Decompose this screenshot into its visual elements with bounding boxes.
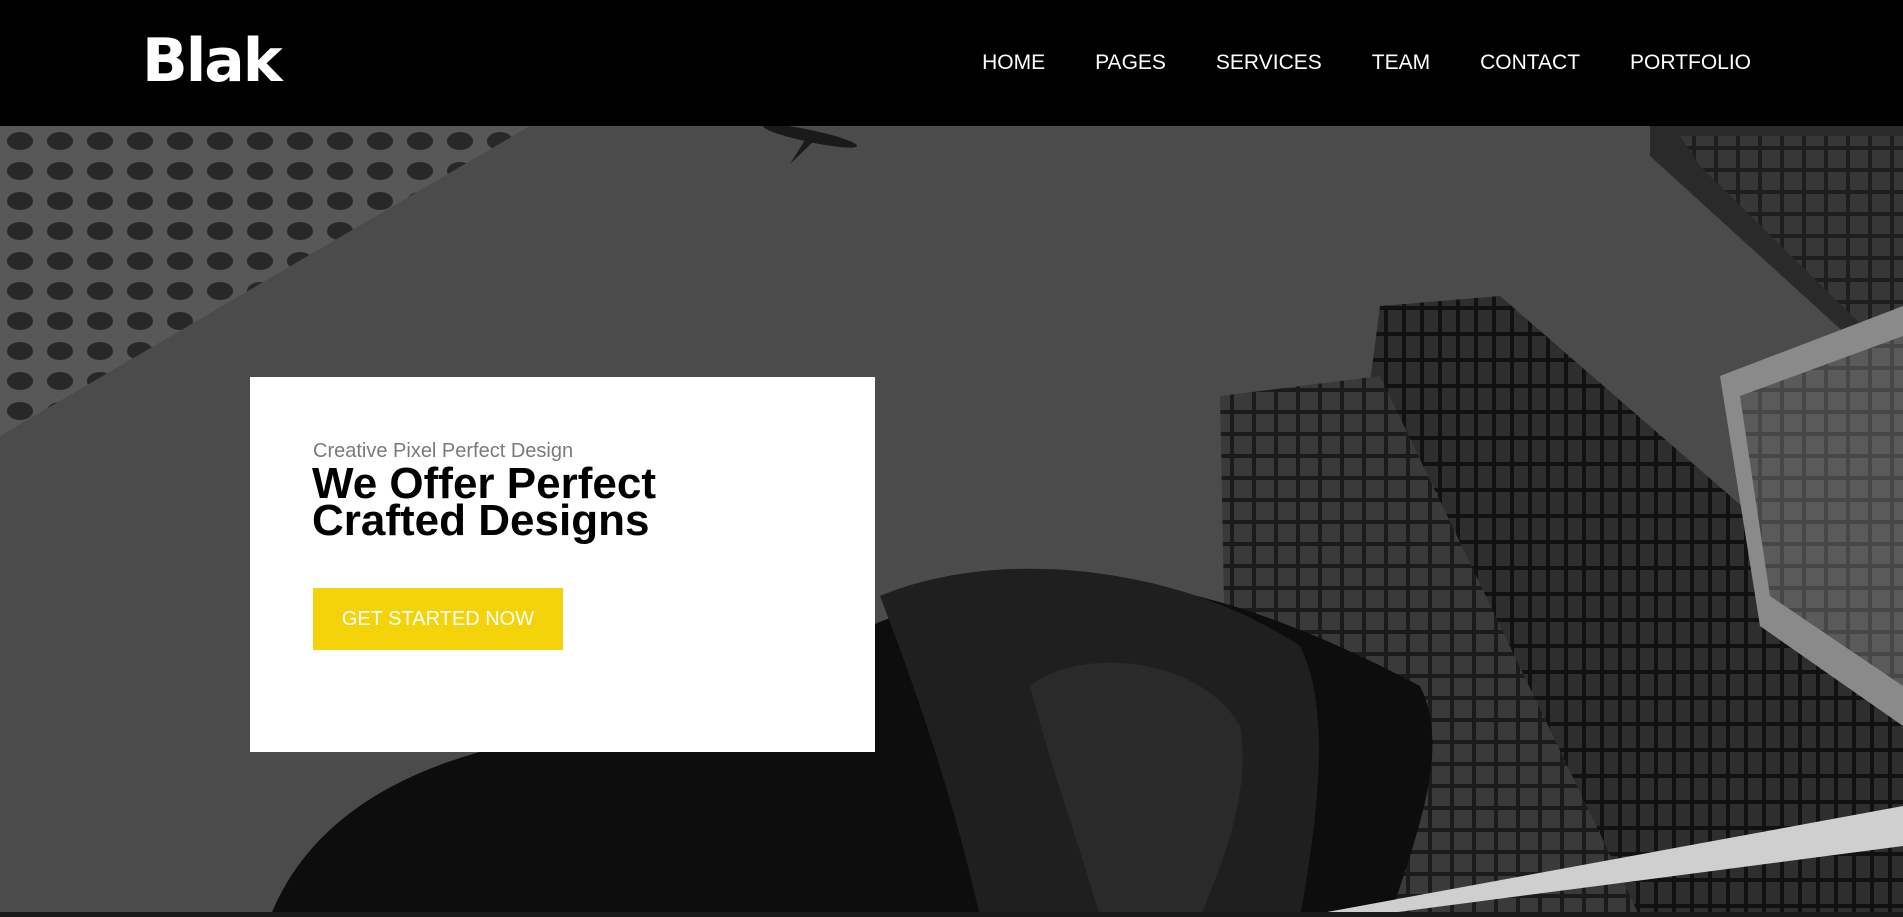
nav-contact[interactable]: CONTACT	[1480, 50, 1580, 76]
page: Blak HOME PAGES SERVICES TEAM CONTACT PO…	[0, 0, 1903, 917]
hero-title-line2: Crafted Designs	[312, 496, 650, 545]
nav-services[interactable]: SERVICES	[1216, 50, 1322, 76]
main-nav: HOME PAGES SERVICES TEAM CONTACT PORTFOL…	[982, 50, 1751, 76]
nav-team[interactable]: TEAM	[1372, 50, 1430, 76]
get-started-button[interactable]: GET STARTED NOW	[313, 588, 563, 650]
hero-title: We Offer Perfect Crafted Designs	[312, 462, 772, 543]
nav-portfolio[interactable]: PORTFOLIO	[1630, 50, 1751, 76]
nav-home[interactable]: HOME	[982, 50, 1045, 76]
hero-section: Creative Pixel Perfect Design We Offer P…	[0, 126, 1903, 917]
site-header: Blak HOME PAGES SERVICES TEAM CONTACT PO…	[0, 0, 1903, 126]
logo[interactable]: Blak	[142, 26, 283, 96]
hero-card: Creative Pixel Perfect Design We Offer P…	[250, 377, 875, 752]
nav-pages[interactable]: PAGES	[1095, 50, 1166, 76]
